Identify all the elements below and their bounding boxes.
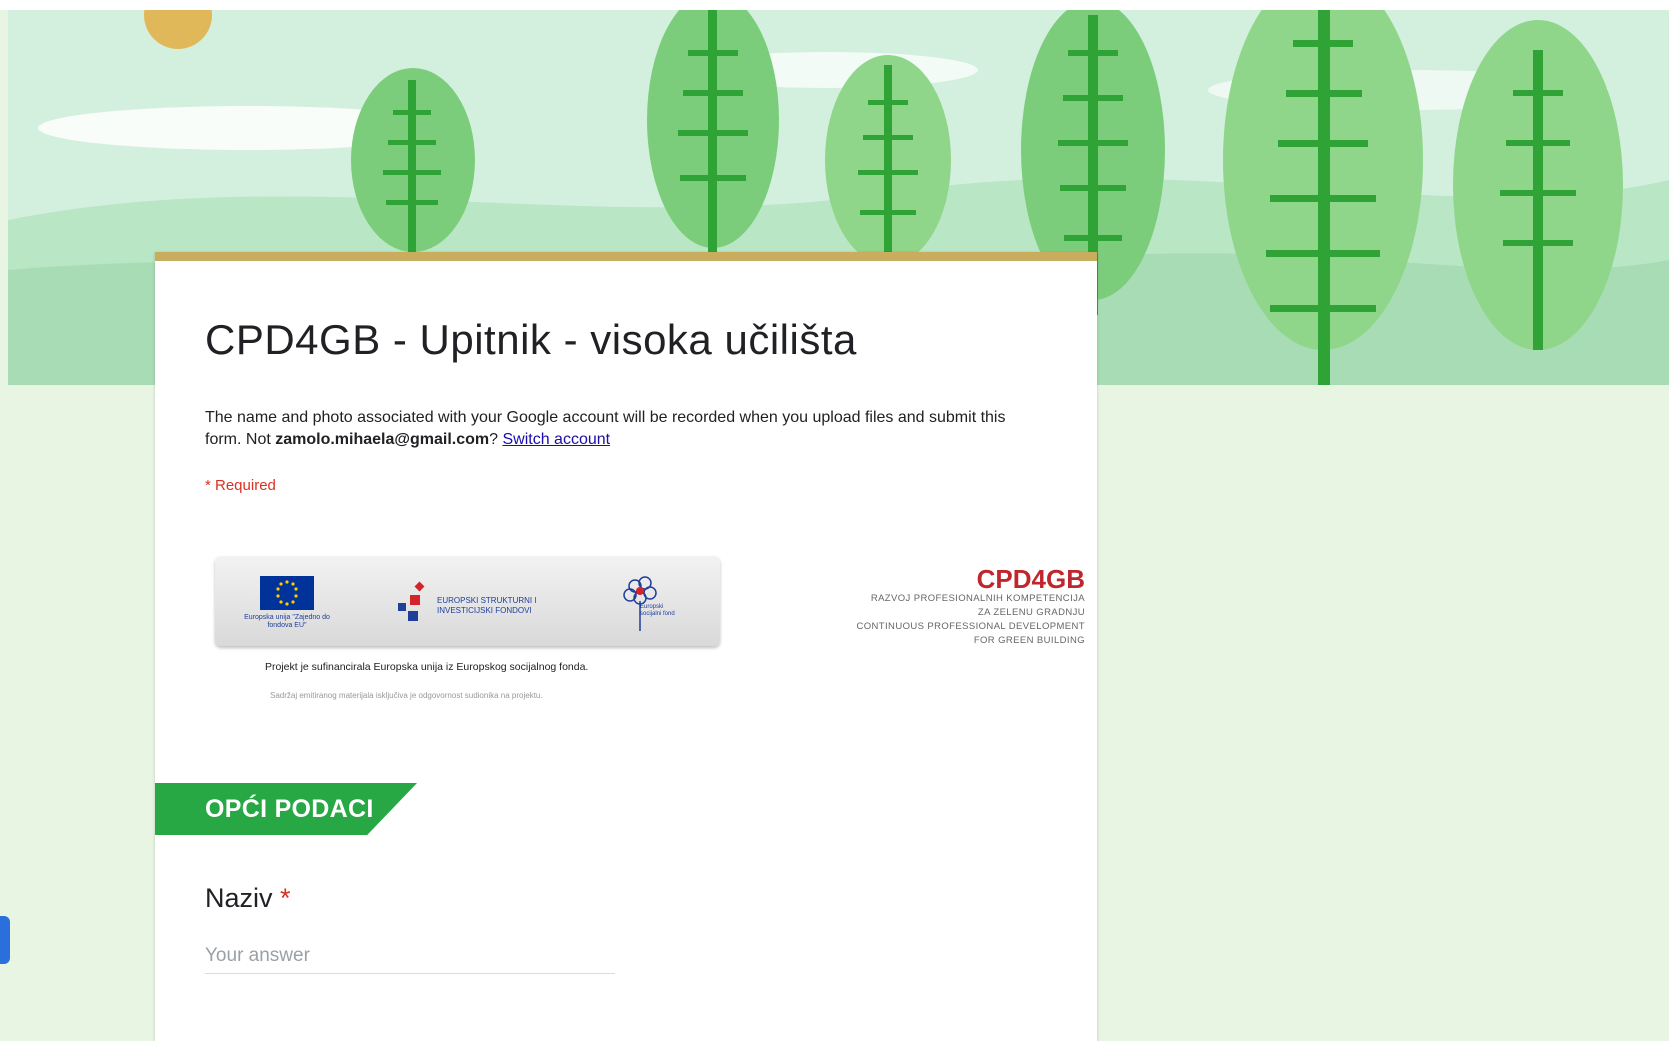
question-label: Naziv *	[205, 883, 291, 914]
top-strip	[0, 0, 1669, 10]
project-banner-image: Europska unija "Zajedno do fondova EU" E…	[215, 551, 1085, 721]
esif-text: EUROPSKI STRUKTURNI I INVESTICIJSKI FOND…	[437, 596, 537, 615]
tree-6	[1453, 20, 1623, 350]
answer-input[interactable]	[205, 939, 615, 974]
eu-flag-caption: Europska unija "Zajedno do fondova EU"	[244, 614, 330, 629]
section-title: OPĆI PODACI	[205, 795, 374, 823]
cpd4gb-tagline-line: FOR GREEN BUILDING	[973, 635, 1085, 646]
question-label-text: Naziv	[205, 883, 273, 913]
cpd4gb-logo: CPD4GB RAZVOJ PROFESIONALNIH KOMPETENCIJ…	[735, 564, 1086, 648]
esif-logo-icon	[390, 581, 435, 626]
section-header: OPĆI PODACI	[155, 783, 417, 835]
cpd4gb-name: CPD4GB	[976, 564, 1085, 594]
eu-flag-icon	[260, 576, 314, 610]
side-widget-tab[interactable]	[0, 916, 10, 964]
required-note: * Required	[205, 477, 276, 494]
tree-3	[825, 55, 951, 265]
cpd4gb-tagline-line: ZA ZELENU GRADNJU	[977, 607, 1085, 618]
cofinance-text: Projekt je sufinancirala Europska unija …	[265, 661, 589, 673]
account-notice: The name and photo associated with your …	[205, 407, 1035, 451]
esf-text: Europski socijalni fond	[640, 604, 675, 617]
eu-funding-strip: Europska unija "Zajedno do fondova EU" E…	[215, 556, 720, 646]
account-email: zamolo.mihaela@gmail.com	[275, 431, 490, 448]
cpd4gb-tagline-line: RAZVOJ PROFESIONALNIH KOMPETENCIJA	[870, 593, 1085, 604]
disclaimer-text: Sadržaj emitiranog materijala isključiva…	[270, 691, 543, 700]
form-title: CPD4GB - Upitnik - visoka učilišta	[205, 316, 857, 363]
required-asterisk: *	[280, 883, 291, 913]
cpd4gb-tagline-line: CONTINUOUS PROFESSIONAL DEVELOPMENT	[856, 621, 1085, 632]
switch-account-link[interactable]: Switch account	[502, 431, 610, 448]
form-card: CPD4GB - Upitnik - visoka učilišta The n…	[155, 252, 1097, 1041]
account-notice-suffix: ?	[489, 431, 503, 448]
